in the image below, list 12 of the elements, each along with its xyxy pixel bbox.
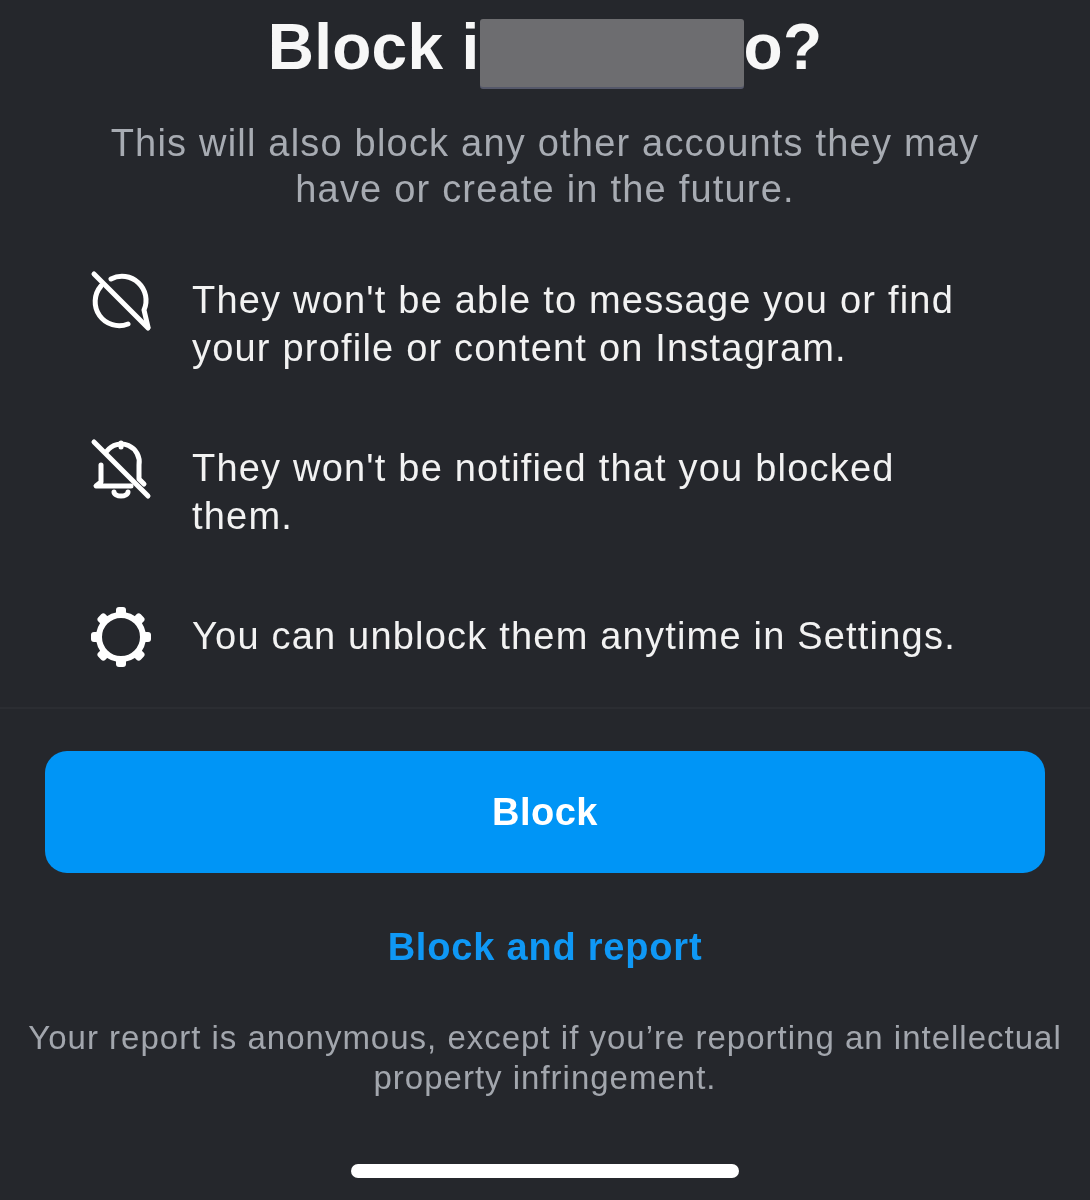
bell-off-icon [90,438,152,500]
report-note: Your report is anonymous, except if you’re reporting an intellectual property infringement. [27,1018,1063,1098]
block-and-report-link[interactable]: Block and report [387,922,703,972]
message-off-icon [90,270,152,332]
block-button[interactable]: Block [45,751,1045,873]
dialog-title-end: o? [743,12,823,82]
dialog-subtitle: This will also block any other accounts they may have or create in the future. [109,121,981,212]
info-text: They won't be able to message you or find your profile or content on Instagram. [192,278,955,371]
settings-icon [90,606,152,668]
info-text: They won't be notified that you blocked them. [192,446,896,539]
dialog-title-start: Block i [267,12,480,82]
info-text: You can unblock them anytime in Settings. [192,614,957,659]
